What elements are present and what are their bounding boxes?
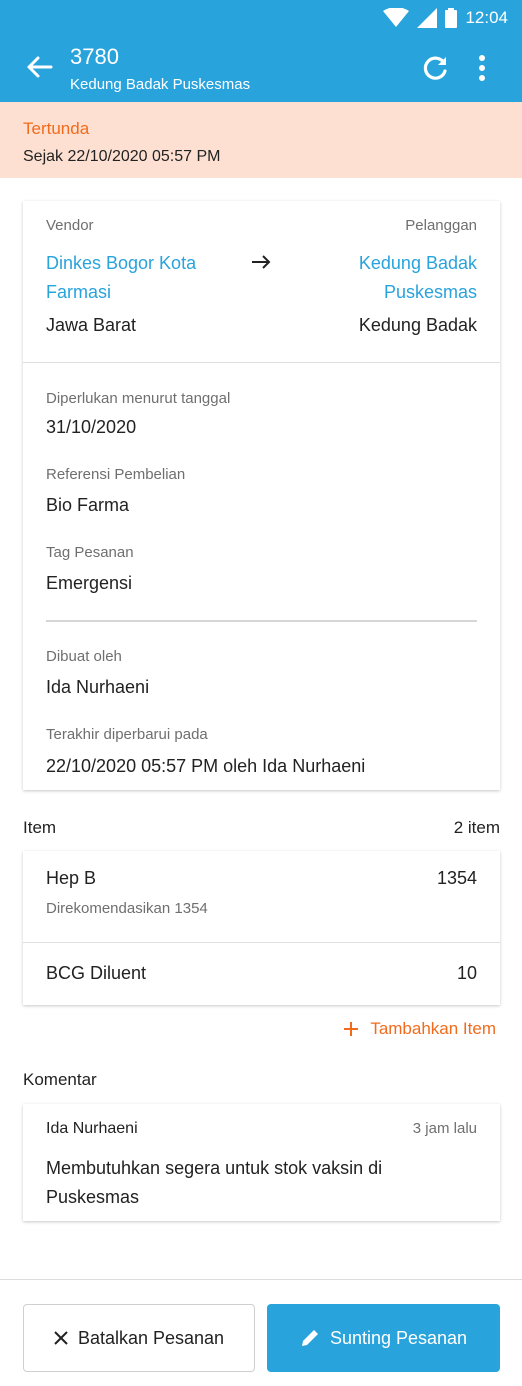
wifi-icon — [383, 8, 410, 27]
order-details-card: Vendor Pelanggan Dinkes Bogor Kota Farma… — [23, 201, 500, 790]
plus-icon — [344, 1022, 359, 1036]
back-arrow-icon[interactable] — [24, 52, 54, 82]
refresh-icon[interactable] — [422, 54, 450, 82]
items-section-title: Item — [23, 818, 57, 837]
status-time: 12:04 — [465, 8, 508, 27]
order-tag-label: Tag Pesanan — [46, 544, 134, 561]
item-qty: 1354 — [436, 868, 477, 888]
items-count: 2 item — [453, 818, 500, 837]
page-subtitle: Kedung Badak Puskesmas — [70, 76, 251, 93]
customer-region: Kedung Badak — [358, 315, 477, 335]
more-vert-icon[interactable] — [470, 54, 494, 82]
purchase-ref-value: Bio Farma — [46, 495, 130, 515]
status-badge: Tertunda — [23, 119, 90, 138]
order-tag-value: Emergensi — [46, 573, 133, 593]
item-name: BCG Diluent — [46, 963, 147, 983]
comment-author: Ida Nurhaeni — [46, 1120, 138, 1137]
edit-order-button[interactable]: Sunting Pesanan — [267, 1304, 500, 1372]
status-since: Sejak 22/10/2020 05:57 PM — [23, 148, 221, 165]
updated-value: 22/10/2020 05:57 PM oleh Ida Nurhaeni — [46, 756, 366, 776]
edit-order-label: Sunting Pesanan — [329, 1327, 468, 1348]
created-by-label: Dibuat oleh — [46, 648, 122, 665]
vendor-region: Jawa Barat — [46, 315, 137, 335]
item-qty: 10 — [456, 963, 477, 983]
cancel-order-button[interactable]: Batalkan Pesanan — [23, 1304, 255, 1372]
divider — [46, 620, 477, 622]
comment-time: 3 jam lalu — [412, 1120, 477, 1137]
battery-icon — [445, 8, 458, 28]
comment-text: Membutuhkan segera untuk stok vaksin di … — [46, 1158, 383, 1207]
customer-label: Pelanggan — [405, 217, 477, 234]
purchase-ref-label: Referensi Pembelian — [46, 466, 186, 483]
status-banner: Tertunda Sejak 22/10/2020 05:57 PM — [0, 102, 522, 178]
signal-icon — [417, 8, 438, 28]
needed-by-label: Diperlukan menurut tanggal — [46, 390, 231, 407]
comments-section-title: Komentar — [23, 1070, 97, 1089]
items-card: Hep B 1354 Direkomendasikan 1354 BCG Dil… — [23, 851, 500, 1005]
needed-by-value: 31/10/2020 — [46, 417, 137, 437]
item-name: Hep B — [46, 868, 97, 888]
item-recommended: Direkomendasikan 1354 — [46, 900, 208, 917]
page-title: 3780 — [70, 44, 119, 69]
close-icon — [54, 1331, 68, 1345]
arrow-right-icon — [252, 255, 271, 269]
pencil-icon — [301, 1330, 318, 1346]
created-by-value: Ida Nurhaeni — [46, 677, 150, 697]
list-item[interactable]: BCG Diluent 10 — [23, 943, 500, 1005]
list-item[interactable]: Hep B 1354 Direkomendasikan 1354 — [23, 851, 500, 942]
vendor-name-link[interactable]: Dinkes Bogor Kota Farmasi — [46, 249, 196, 307]
add-item-label: Tambahkan Item — [370, 1019, 496, 1038]
cancel-order-label: Batalkan Pesanan — [77, 1327, 225, 1348]
comment-card: Ida Nurhaeni 3 jam lalu Membutuhkan sege… — [23, 1104, 500, 1221]
vendor-label: Vendor — [46, 217, 94, 234]
bottom-action-bar: Batalkan Pesanan Sunting Pesanan — [0, 1279, 522, 1386]
add-item-button[interactable]: Tambahkan Item — [344, 1019, 496, 1039]
updated-label: Terakhir diperbarui pada — [46, 726, 208, 743]
status-bar: 12:04 — [383, 6, 508, 30]
app-bar: 12:04 3780 Kedung Badak Puskesmas — [0, 0, 522, 102]
customer-name-link[interactable]: Kedung Badak Puskesmas — [359, 249, 477, 307]
divider — [23, 362, 500, 363]
